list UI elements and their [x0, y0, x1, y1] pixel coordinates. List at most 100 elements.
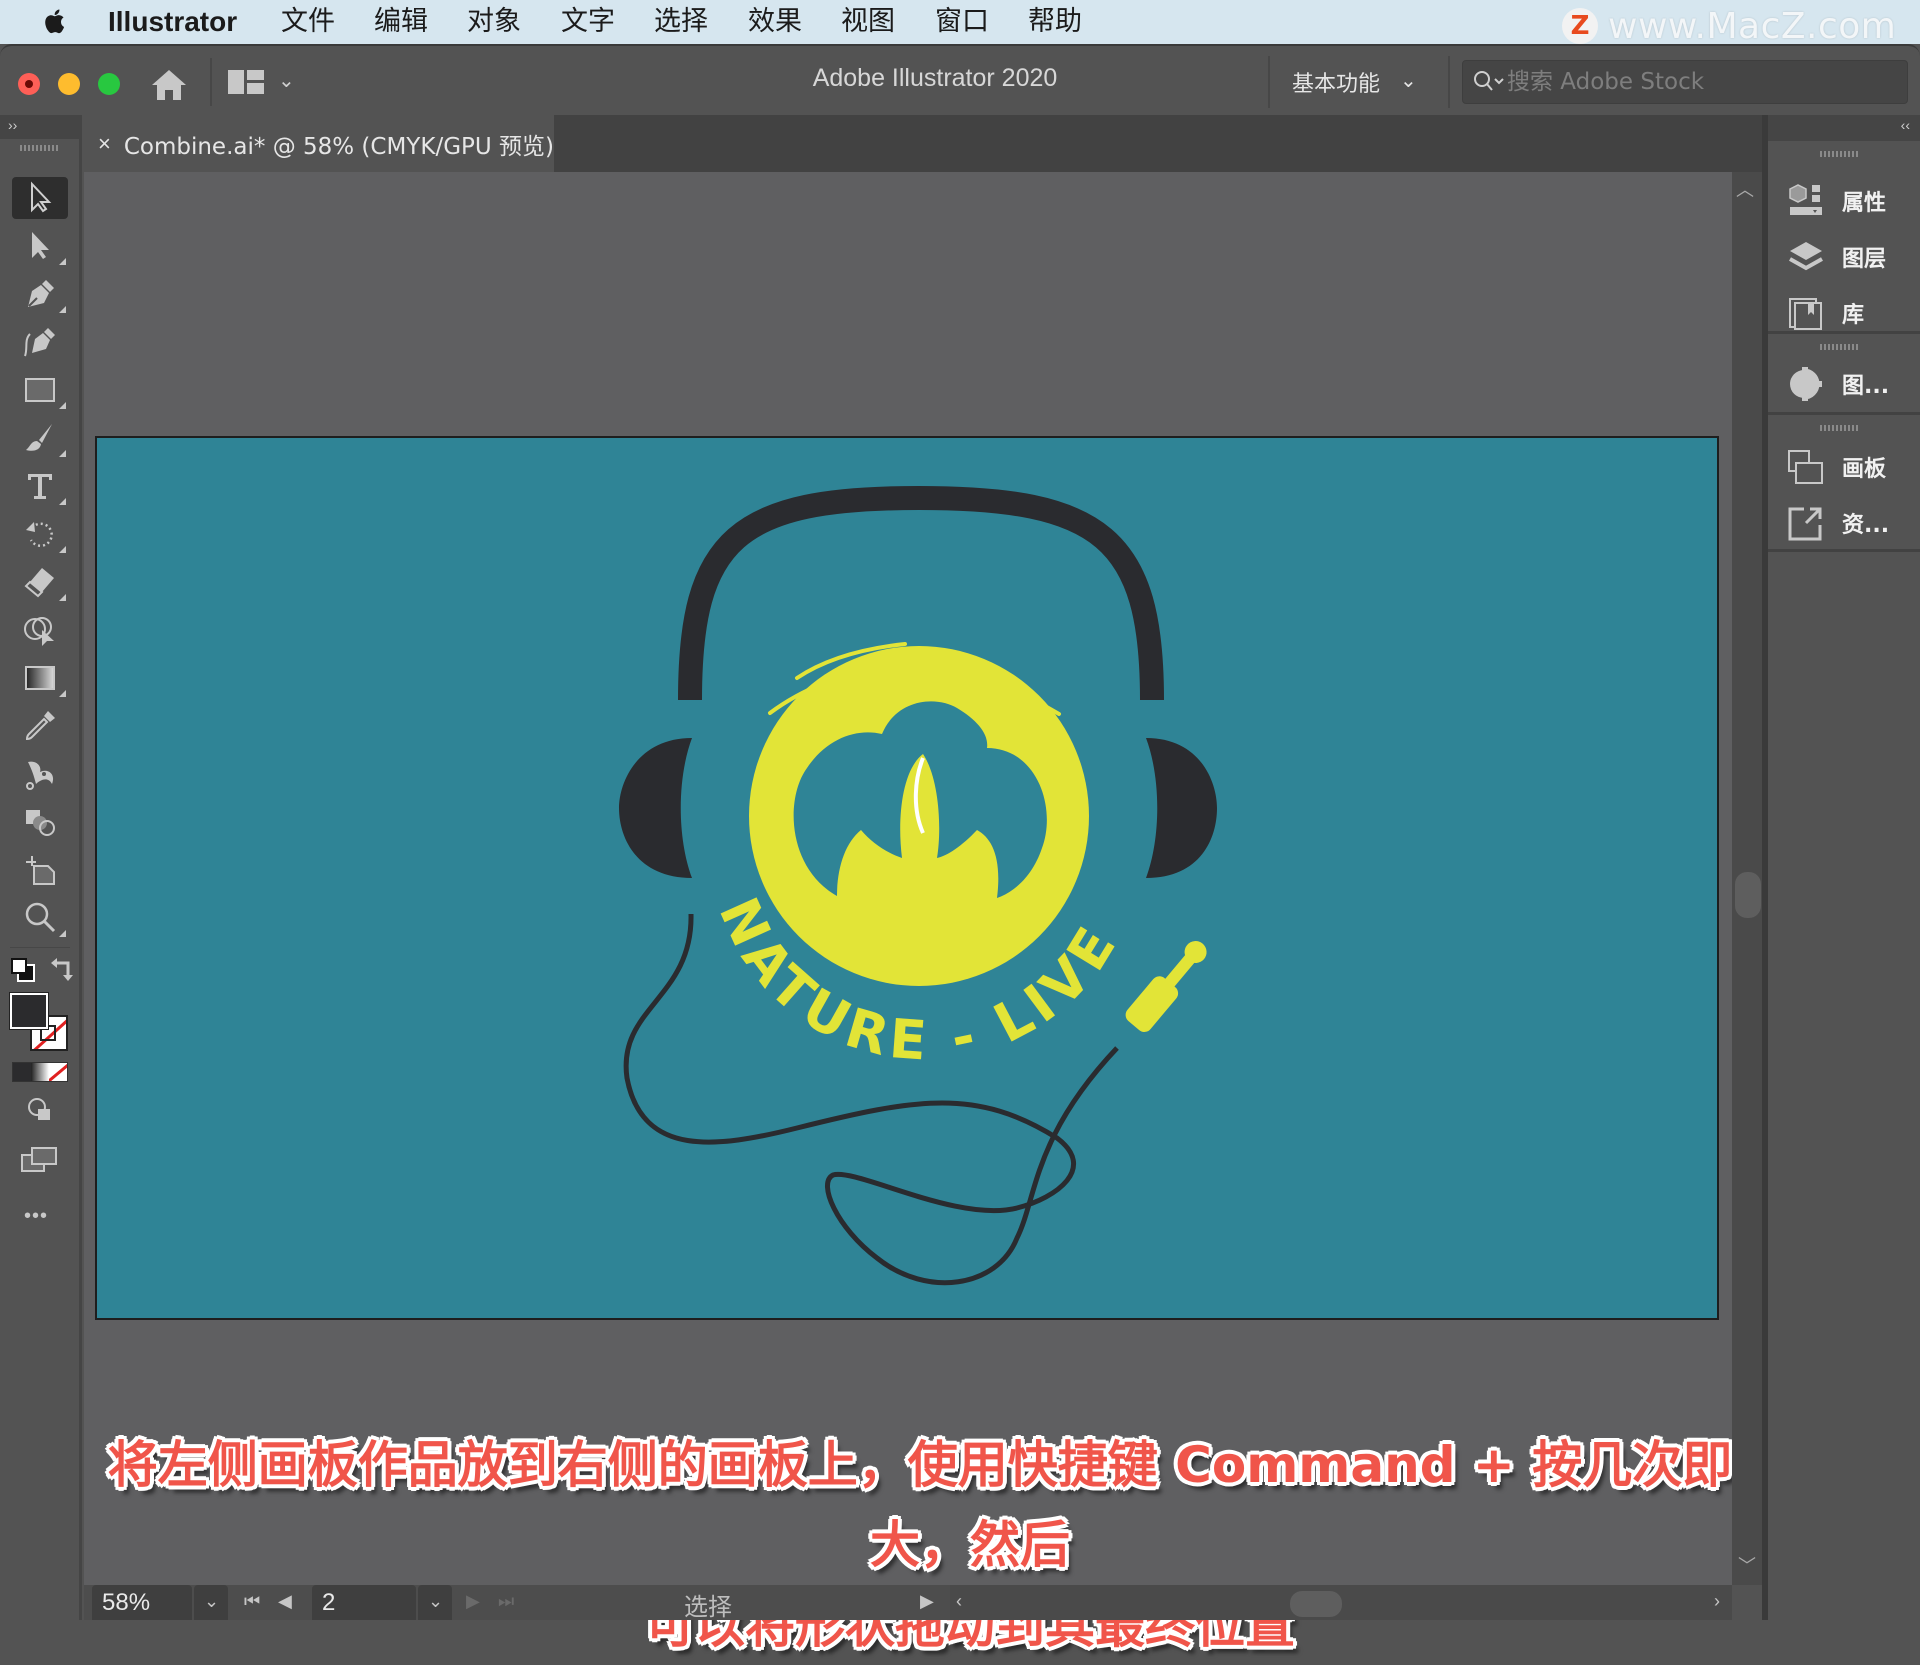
menu-window[interactable]: 窗口 — [935, 5, 989, 39]
canvas[interactable]: NATURE - LIVE 将左侧画板作品放到右侧的画板上，使用快捷键 Comm… — [84, 172, 1832, 1654]
window-minimize-button[interactable] — [58, 73, 80, 95]
previous-artboard-button[interactable]: ◀ — [278, 1591, 292, 1612]
artboard-icon — [26, 856, 55, 885]
selection-tool[interactable] — [12, 177, 68, 219]
zoom-dropdown[interactable]: ⌄ — [194, 1585, 228, 1620]
artboard-dropdown[interactable]: ⌄ — [418, 1585, 452, 1620]
screen-mode-icon[interactable] — [20, 1145, 60, 1175]
zoom-level-field[interactable] — [92, 1585, 192, 1620]
current-tool-display[interactable]: 选择 — [684, 1587, 732, 1622]
artwork-logo[interactable]: NATURE - LIVE — [97, 438, 1717, 1318]
scroll-right-icon[interactable]: › — [1714, 1591, 1720, 1612]
menu-help[interactable]: 帮助 — [1028, 5, 1082, 39]
close-tab-icon[interactable]: × — [98, 131, 112, 157]
panel-item-asset-export[interactable]: 资... — [1786, 499, 1916, 547]
blend-icon — [26, 810, 55, 836]
panel-grip[interactable] — [1820, 425, 1858, 431]
menu-select[interactable]: 选择 — [654, 5, 708, 39]
eyedropper-tool[interactable] — [12, 705, 68, 747]
gradient-tool[interactable] — [12, 657, 68, 699]
fill-stroke-swatches[interactable] — [9, 992, 70, 1051]
artboard-tool[interactable] — [12, 849, 68, 891]
vertical-scrollbar[interactable]: ︿ ﹀ — [1732, 172, 1762, 1585]
arrange-documents-icon[interactable] — [228, 68, 264, 96]
default-fill-stroke-icon[interactable] — [10, 957, 36, 983]
next-artboard-button[interactable]: ▶ — [466, 1591, 480, 1612]
collapse-panel-icon[interactable]: ‹‹ — [1901, 117, 1910, 133]
menu-type[interactable]: 文字 — [561, 5, 615, 39]
puppet-warp-tool[interactable] — [12, 753, 68, 795]
eraser-tool[interactable] — [12, 561, 68, 603]
dock-header[interactable] — [1768, 115, 1920, 141]
gradient-button[interactable] — [31, 1063, 49, 1081]
panel-label: 画板 — [1842, 457, 1887, 482]
panel-grip[interactable] — [20, 145, 58, 151]
chevron-down-icon[interactable]: ⌄ — [278, 68, 295, 93]
horizontal-scrollbar[interactable]: ‹ › — [950, 1585, 1732, 1620]
panel-item-properties[interactable]: 属性 — [1786, 177, 1916, 225]
rotate-tool[interactable] — [12, 513, 68, 555]
watermark-logo-icon: Z — [1562, 8, 1598, 44]
workspace-switcher[interactable]: 基本功能 — [1292, 66, 1380, 98]
right-ear-cup — [1146, 738, 1217, 878]
horizontal-scroll-thumb[interactable] — [1290, 1591, 1342, 1617]
artboard[interactable]: NATURE - LIVE — [95, 436, 1719, 1320]
divider — [10, 947, 70, 948]
fill-swatch[interactable] — [9, 992, 49, 1030]
zoom-input[interactable] — [92, 1585, 192, 1620]
color-button[interactable] — [13, 1063, 31, 1081]
panel-item-layers[interactable]: 图层 — [1786, 233, 1916, 281]
panel-label: 图... — [1842, 374, 1890, 399]
panel-item-graphic-styles[interactable]: 图... — [1786, 360, 1916, 408]
curvature-tool[interactable] — [12, 321, 68, 363]
caption-line-1: 将左侧画板作品放到右侧的画板上，使用快捷键 Command + 按几次即可放大，… — [107, 1436, 1833, 1574]
window-close-button[interactable] — [18, 73, 40, 95]
vertical-scroll-thumb[interactable] — [1735, 872, 1761, 918]
status-menu-arrow-icon[interactable]: ▶ — [920, 1591, 934, 1612]
expand-panel-icon[interactable]: ›› — [8, 117, 17, 133]
chevron-down-icon[interactable]: ⌄ — [1400, 68, 1417, 93]
last-artboard-button[interactable]: ⏭ — [498, 1591, 514, 1612]
artboard-number-input[interactable] — [312, 1585, 416, 1620]
home-icon[interactable] — [150, 68, 188, 102]
paintbrush-tool[interactable] — [12, 417, 68, 459]
shape-builder-tool[interactable] — [12, 609, 68, 651]
rectangle-tool[interactable] — [12, 369, 68, 411]
apple-logo-icon[interactable] — [44, 6, 68, 36]
divider — [210, 58, 212, 106]
panel-item-artboards[interactable]: 画板 — [1786, 443, 1916, 491]
scroll-up-icon[interactable]: ︿ — [1736, 176, 1754, 202]
blend-tool[interactable] — [12, 801, 68, 843]
menu-file[interactable]: 文件 — [281, 5, 335, 39]
document-tab-title[interactable]: Combine.ai* @ 58% (CMYK/GPU 预览) — [124, 127, 554, 161]
menu-view[interactable]: 视图 — [841, 5, 895, 39]
artboard-number-field[interactable] — [312, 1585, 416, 1620]
scroll-left-icon[interactable]: ‹ — [956, 1591, 962, 1612]
magnifier-icon — [25, 902, 56, 933]
document-tab[interactable]: × Combine.ai* @ 58% (CMYK/GPU 预览) — [84, 115, 554, 172]
more-tools-icon[interactable]: ••• — [24, 1205, 48, 1228]
window-zoom-button[interactable] — [98, 73, 120, 95]
swap-fill-stroke-icon[interactable] — [50, 957, 76, 983]
libraries-icon — [1789, 298, 1822, 330]
menu-app-name[interactable]: Illustrator — [108, 5, 237, 39]
scroll-down-icon[interactable]: ﹀ — [1738, 1552, 1756, 1578]
draw-mode-icon[interactable] — [26, 1097, 54, 1123]
menu-effect[interactable]: 效果 — [748, 5, 802, 39]
none-button[interactable] — [49, 1063, 67, 1081]
type-tool[interactable] — [12, 465, 68, 507]
direct-selection-tool[interactable] — [12, 225, 68, 267]
panel-grip[interactable] — [1820, 151, 1858, 157]
pen-tool[interactable] — [12, 273, 68, 315]
zoom-tool[interactable] — [12, 897, 68, 939]
search-input[interactable] — [1507, 69, 1887, 95]
paintbrush-icon — [26, 424, 52, 451]
first-artboard-button[interactable]: ⏮ — [244, 1591, 260, 1612]
menu-edit[interactable]: 编辑 — [374, 5, 428, 39]
panel-item-libraries[interactable]: 库 — [1786, 289, 1916, 337]
divider — [1448, 56, 1450, 108]
adobe-stock-search[interactable] — [1462, 60, 1908, 104]
left-ear-cup — [619, 738, 692, 878]
menu-object[interactable]: 对象 — [467, 5, 521, 39]
panel-grip[interactable] — [1820, 344, 1858, 350]
